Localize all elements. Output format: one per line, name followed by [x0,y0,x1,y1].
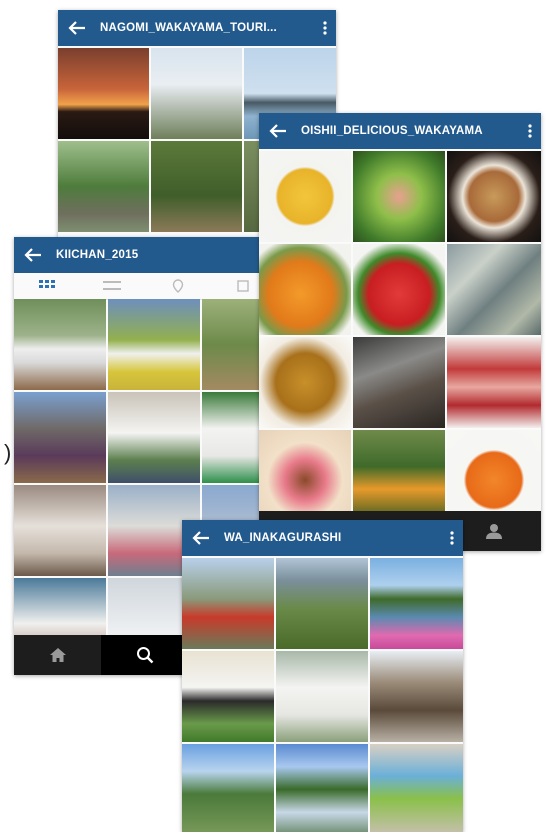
photo-river[interactable] [276,744,368,832]
food-title: OISHII_DELICIOUS_WAKAYAMA [301,125,483,137]
photo-dried-fish[interactable] [353,337,445,428]
photo-yuzu[interactable] [259,151,351,242]
more-button[interactable] [519,113,541,149]
profile-icon [486,524,502,539]
search-icon [136,647,154,664]
photo-orange-tree[interactable] [353,430,445,521]
inaka-title: WA_INAKAGURASHI [224,532,342,544]
list-view-tab[interactable] [80,273,146,299]
photo-ramen[interactable] [447,151,541,242]
home-tab[interactable] [14,635,101,675]
back-button[interactable] [18,237,48,273]
photo-fish[interactable] [447,244,541,335]
inaka-screen: WA_INAKAGURASHI [182,520,463,832]
inaka-header: WA_INAKAGURASHI [182,520,463,556]
photo-forest[interactable] [151,141,242,232]
photo-dessert[interactable] [259,430,351,521]
photo-kiichan-bench[interactable] [14,299,106,390]
back-arrow-icon [24,248,41,262]
kiichan-header: KIICHAN_2015 [14,237,276,273]
photo-valley[interactable] [182,744,274,832]
photo-old-street[interactable] [370,651,463,742]
photo-kiichan-kids[interactable] [108,392,200,483]
back-arrow-icon [68,21,85,35]
grid-view-tab[interactable] [14,273,80,299]
back-button[interactable] [62,10,92,46]
grid-icon [38,280,55,288]
more-vert-icon [450,531,454,545]
photo-kiichan-sign[interactable] [14,485,106,576]
back-arrow-icon [269,124,286,138]
search-tab[interactable] [101,635,189,675]
back-button[interactable] [263,113,293,149]
list-icon [103,281,122,290]
more-vert-icon [528,124,532,138]
more-vert-icon [323,21,327,35]
tourism-title: NAGOMI_WAKAYAMA_TOURI... [100,22,277,34]
back-arrow-icon [192,531,209,545]
kiichan-title: KIICHAN_2015 [56,249,139,261]
more-button[interactable] [441,520,463,556]
photo-beef[interactable] [447,337,541,428]
location-tab[interactable] [145,273,211,299]
home-icon [49,648,66,662]
tag-icon [237,280,249,292]
photo-brochures[interactable] [370,744,463,832]
photo-panda[interactable] [182,651,274,742]
photo-kiichan-field[interactable] [108,299,200,390]
profile-subtabs [14,273,276,300]
photo-castle[interactable] [151,48,242,139]
location-pin-icon [172,279,183,293]
photo-crowd[interactable] [14,392,106,483]
photo-pickles[interactable] [259,337,351,428]
food-header: OISHII_DELICIOUS_WAKAYAMA [259,113,541,149]
photo-island-sea[interactable] [370,558,463,649]
photo-strawberry[interactable] [353,244,445,335]
tourism-header: NAGOMI_WAKAYAMA_TOURI... [58,10,336,46]
photo-mountain-terraces[interactable] [276,558,368,649]
edge-glyph: ) [4,440,12,465]
photo-ume[interactable] [353,151,445,242]
photo-mandarin[interactable] [447,430,541,521]
photo-kiichan-statue[interactable] [276,651,368,742]
photo-persimmon[interactable] [259,244,351,335]
photo-forest-steps[interactable] [58,141,149,232]
more-button[interactable] [314,10,336,46]
photo-pagoda[interactable] [182,558,274,649]
food-screen: OISHII_DELICIOUS_WAKAYAMA [259,113,541,551]
back-button[interactable] [186,520,216,556]
photo-sunset[interactable] [58,48,149,139]
